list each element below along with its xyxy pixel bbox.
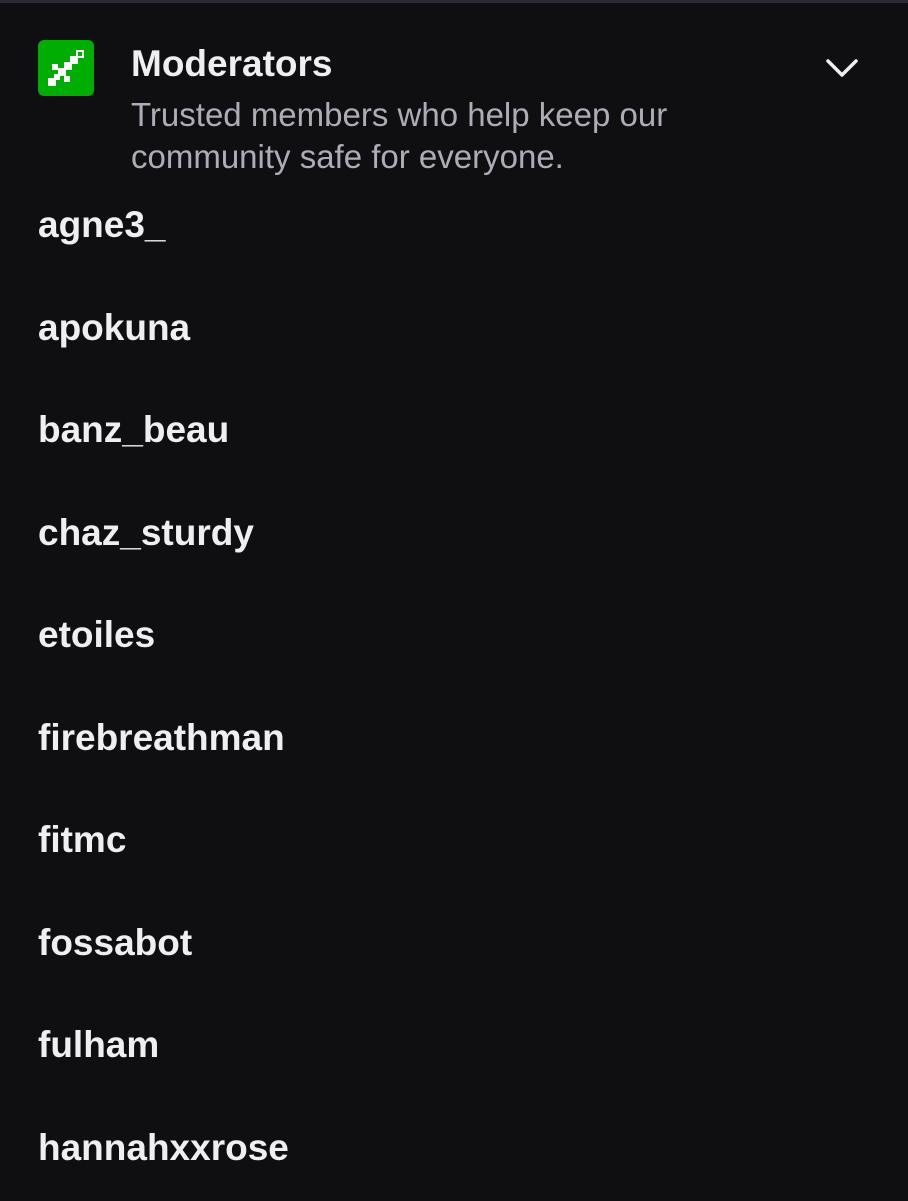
section-description: Trusted members who help keep our commun… (131, 94, 791, 178)
moderator-badge (38, 40, 94, 96)
list-item[interactable]: firebreathman (0, 689, 908, 792)
sword-icon (38, 40, 94, 96)
moderator-list: agne3_ apokuna banz_beau chaz_sturdy eto… (0, 176, 908, 1201)
moderators-panel: Moderators Trusted members who help keep… (0, 0, 908, 1200)
moderator-username[interactable]: hannahxxrose (38, 1049, 289, 1199)
chevron-down-icon (824, 50, 860, 86)
section-title: Moderators (131, 40, 332, 88)
collapse-button[interactable] (814, 40, 870, 96)
list-item[interactable]: hannahxxrose (0, 1099, 908, 1201)
